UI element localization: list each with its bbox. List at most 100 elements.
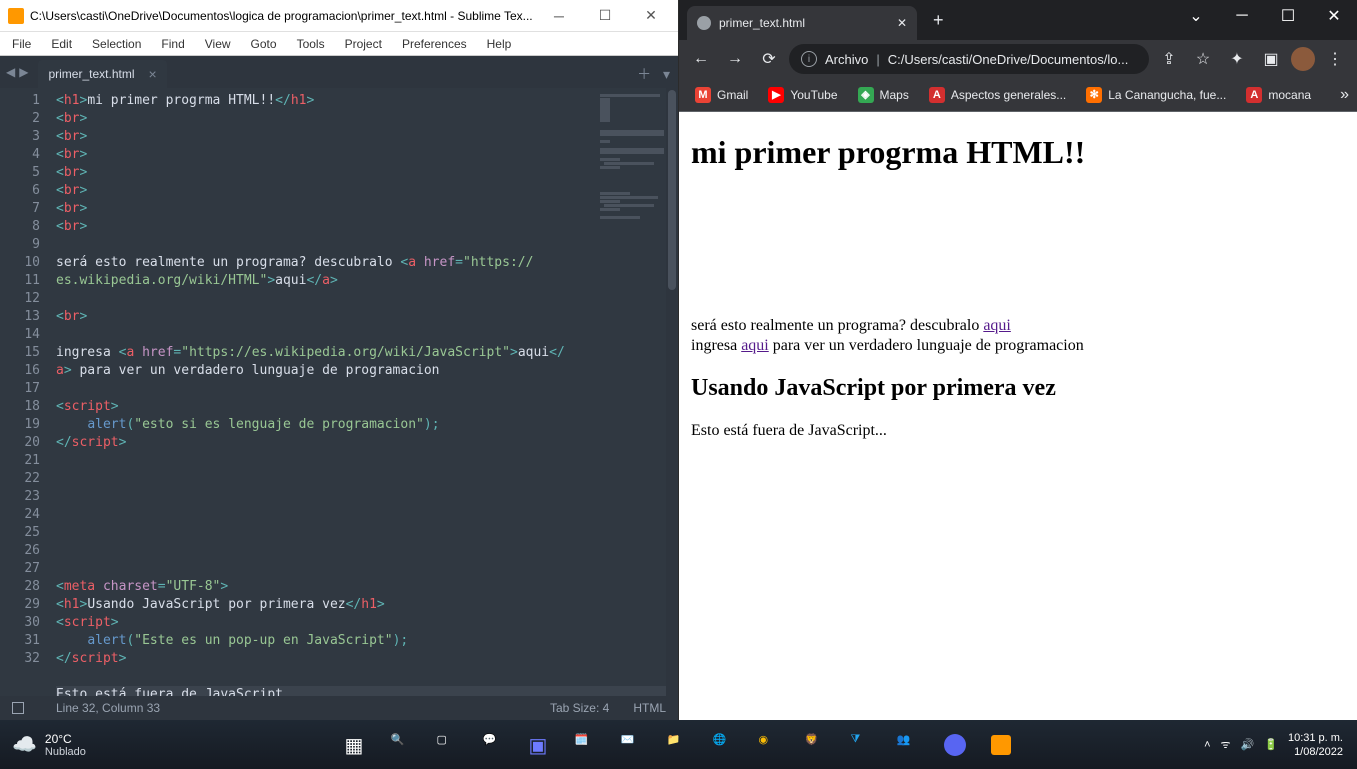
new-tab-button[interactable]: + [921, 10, 956, 31]
status-syntax[interactable]: HTML [633, 701, 666, 715]
discord-icon[interactable] [935, 725, 975, 765]
sublime-tabstrip: ◀ ▶ primer_text.html × ＋ ▾ [0, 56, 678, 88]
chat-icon[interactable]: 💬 [475, 725, 515, 765]
minimap[interactable] [598, 92, 668, 222]
menu-project[interactable]: Project [337, 35, 390, 53]
taskbar-center: ▦ 🔍 ▢ 💬 ▣ 🗓️ ✉️ 📁 🌐 ◉ 🦁 ⧩ 👥 [337, 725, 1021, 765]
mail-icon[interactable]: ✉️ [613, 725, 653, 765]
bookmark-label: Gmail [717, 88, 748, 102]
share-button[interactable]: ⇪ [1155, 45, 1183, 73]
bookmark-favicon-icon: A [929, 87, 945, 103]
bookmark-favicon-icon: ▶ [768, 87, 784, 103]
menu-find[interactable]: Find [153, 35, 192, 53]
menu-goto[interactable]: Goto [243, 35, 285, 53]
tab-next-icon[interactable]: ▶ [17, 65, 30, 79]
weather-desc: Nublado [45, 746, 86, 758]
explorer-icon[interactable]: 📁 [659, 725, 699, 765]
status-cursor-pos[interactable]: Line 32, Column 33 [56, 701, 160, 715]
battery-icon[interactable]: 🔋 [1264, 738, 1278, 751]
text: ingresa [691, 337, 741, 354]
clock-time: 10:31 p. m. [1288, 731, 1343, 745]
menu-help[interactable]: Help [479, 35, 520, 53]
edge-icon[interactable]: 🌐 [705, 725, 745, 765]
side-panel-icon[interactable]: ▣ [1257, 45, 1285, 73]
taskbar-weather[interactable]: ☁️ 20°C Nublado [0, 732, 98, 758]
kebab-menu-icon[interactable]: ⋮ [1321, 45, 1349, 73]
reload-button[interactable]: ⟳ [755, 45, 783, 73]
volume-icon[interactable]: 🔊 [1241, 738, 1255, 751]
tab-prev-icon[interactable]: ◀ [4, 65, 17, 79]
bookmark-favicon-icon: A [1246, 87, 1262, 103]
bookmark-item[interactable]: ✻La Canangucha, fue... [1078, 83, 1234, 107]
menu-preferences[interactable]: Preferences [394, 35, 475, 53]
link-aqui-2[interactable]: aqui [741, 337, 769, 354]
app-icon[interactable]: ▣ [521, 725, 561, 765]
bookmark-item[interactable]: MGmail [687, 83, 756, 107]
chrome-icon[interactable]: ◉ [751, 725, 791, 765]
teams-icon[interactable]: 👥 [889, 725, 929, 765]
bookmark-label: mocana [1268, 88, 1311, 102]
sublime-titlebar[interactable]: C:\Users\casti\OneDrive\Documentos\logic… [0, 0, 678, 32]
sublime-statusbar: Line 32, Column 33 Tab Size: 4 HTML [0, 696, 678, 720]
profile-avatar[interactable] [1291, 47, 1315, 71]
bookmark-item[interactable]: A Aspectos generales... [921, 83, 1074, 107]
tab-close-icon[interactable]: × [149, 66, 157, 82]
link-aqui-1[interactable]: aqui [983, 317, 1011, 334]
page-content: mi primer progrma HTML!! será esto realm… [679, 112, 1357, 720]
taskbar-clock[interactable]: 10:31 p. m. 1/08/2022 [1288, 731, 1343, 759]
tab-label: primer_text.html [48, 67, 134, 81]
text: será esto realmente un programa? descubr… [691, 317, 983, 334]
chrome-tab-label: primer_text.html [719, 16, 805, 30]
editor-scrollbar[interactable] [666, 88, 678, 696]
scrollbar-thumb[interactable] [668, 90, 676, 290]
address-bar[interactable]: i Archivo | C:/Users/casti/OneDrive/Docu… [789, 44, 1149, 74]
taskbar-tray: ˄ ᯤ 🔊 🔋 10:31 p. m. 1/08/2022 [1190, 731, 1357, 759]
bookmark-item[interactable]: Amocana [1238, 83, 1319, 107]
close-button[interactable]: ✕ [1311, 0, 1357, 32]
widgets-icon[interactable]: 🗓️ [567, 725, 607, 765]
bookmark-item[interactable]: ▶YouTube [760, 83, 845, 107]
omni-path: C:/Users/casti/OneDrive/Documentos/lo... [888, 52, 1129, 67]
code-editor[interactable]: <h1>mi primer progrma HTML!!</h1><br><br… [50, 88, 678, 696]
page-paragraph: ingresa aqui para ver un verdadero lungu… [691, 337, 1345, 355]
status-tab-size[interactable]: Tab Size: 4 [550, 701, 609, 715]
extensions-icon[interactable]: ✦ [1223, 45, 1251, 73]
search-icon[interactable]: 🔍 [383, 725, 423, 765]
minimize-button[interactable]: ─ [536, 1, 582, 31]
task-view-icon[interactable]: ▢ [429, 725, 469, 765]
tray-chevron-icon[interactable]: ˄ [1204, 739, 1210, 751]
chrome-dropdown-icon[interactable]: ⌄ [1173, 0, 1219, 32]
maximize-button[interactable]: ☐ [582, 1, 628, 31]
forward-button[interactable]: → [721, 45, 749, 73]
omni-separator: | [876, 52, 879, 67]
bookmark-star-icon[interactable]: ☆ [1189, 45, 1217, 73]
page-paragraph: será esto realmente un programa? descubr… [691, 317, 1345, 335]
wifi-icon[interactable]: ᯤ [1221, 737, 1231, 752]
maximize-button[interactable]: ☐ [1265, 0, 1311, 32]
start-button[interactable]: ▦ [337, 725, 377, 765]
bookmark-item[interactable]: ◈Maps [850, 83, 917, 107]
chrome-toolbar: ← → ⟳ i Archivo | C:/Users/casti/OneDriv… [679, 40, 1357, 78]
bookmarks-overflow-icon[interactable]: » [1340, 86, 1349, 104]
site-info-icon[interactable]: i [801, 51, 817, 67]
bookmark-label: Aspectos generales... [951, 88, 1066, 102]
tab-close-icon[interactable]: ✕ [897, 16, 907, 30]
new-tab-icon[interactable]: ＋ [637, 66, 651, 82]
menu-tools[interactable]: Tools [289, 35, 333, 53]
status-panel-icon[interactable] [12, 702, 24, 714]
text: para ver un verdadero lunguaje de progra… [769, 337, 1084, 354]
minimize-button[interactable]: ─ [1219, 0, 1265, 32]
vscode-icon[interactable]: ⧩ [843, 725, 883, 765]
close-button[interactable]: ✕ [628, 1, 674, 31]
sublime-file-tab[interactable]: primer_text.html × [38, 60, 166, 88]
menu-edit[interactable]: Edit [43, 35, 80, 53]
bookmark-label: Maps [880, 88, 909, 102]
menu-view[interactable]: View [197, 35, 239, 53]
menu-selection[interactable]: Selection [84, 35, 149, 53]
sublime-taskbar-icon[interactable] [981, 725, 1021, 765]
chrome-tab[interactable]: primer_text.html ✕ [687, 6, 917, 40]
back-button[interactable]: ← [687, 45, 715, 73]
menu-file[interactable]: File [4, 35, 39, 53]
tab-menu-icon[interactable]: ▾ [663, 66, 670, 82]
brave-icon[interactable]: 🦁 [797, 725, 837, 765]
